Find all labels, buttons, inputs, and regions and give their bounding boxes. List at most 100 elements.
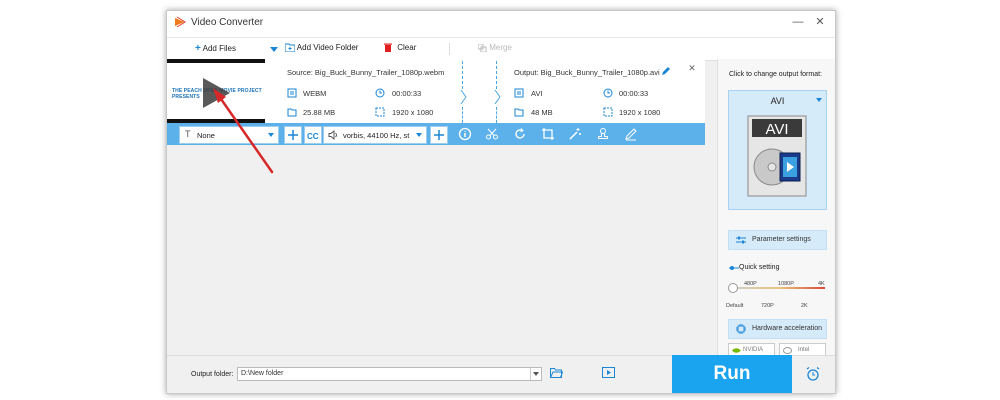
output-format-name: AVI: [770, 96, 785, 106]
crop-icon[interactable]: [541, 127, 555, 141]
chip-icon: [736, 324, 746, 334]
merge-label: Merge: [489, 43, 512, 52]
output-size: 48 MB: [531, 108, 553, 117]
merge-icon: [477, 43, 487, 53]
chevron-down-icon: [816, 98, 822, 102]
output-format-selector[interactable]: AVI AVI: [728, 90, 827, 210]
source-size: 25.88 MB: [303, 108, 336, 117]
quality-label-720p: 720P: [761, 303, 774, 309]
file-size-icon: [287, 108, 297, 117]
clock-icon: [375, 88, 385, 98]
cc-icon: CC: [307, 132, 319, 141]
output-folder-value: D:\New folder: [241, 370, 284, 377]
nvidia-logo-icon: [732, 348, 741, 353]
quick-setting-label: Quick setting: [739, 264, 780, 271]
clock-icon: [603, 88, 613, 98]
subtitle-select[interactable]: T None: [179, 126, 279, 144]
parameter-settings-button[interactable]: Parameter settings: [728, 230, 827, 250]
open-output-icon[interactable]: [602, 367, 615, 378]
output-folder-label: Output folder:: [191, 371, 234, 378]
source-resolution: 1920 x 1080: [392, 108, 434, 117]
hardware-acceleration-button[interactable]: Hardware acceleration: [728, 319, 827, 339]
plus-icon: [434, 130, 444, 140]
edit-pen-icon[interactable]: [661, 66, 671, 76]
rotate-icon[interactable]: [513, 127, 527, 141]
add-files-label: Add Files: [202, 44, 236, 53]
text-icon: T: [185, 129, 191, 139]
chevron-right-icon: [494, 89, 501, 105]
add-files-button[interactable]: + Add Files: [195, 43, 236, 57]
resolution-icon: [375, 107, 385, 117]
edit-icon[interactable]: [624, 127, 638, 141]
info-icon[interactable]: [458, 127, 472, 141]
source-filename: Source: Big_Buck_Bunny_Trailer_1080p.web…: [287, 68, 445, 77]
cut-icon[interactable]: [485, 127, 499, 141]
edit-toolbar: T None CC vorbis, 44100 Hz, st: [167, 123, 705, 145]
app-logo-icon: [175, 16, 186, 28]
speaker-icon: [328, 130, 337, 140]
alarm-clock-icon[interactable]: [805, 366, 821, 382]
intel-logo-icon: [783, 347, 792, 354]
play-icon[interactable]: [201, 77, 231, 109]
subtitle-value: None: [197, 131, 215, 140]
watermark-icon[interactable]: [596, 127, 610, 141]
avi-format-icon-text: AVI: [765, 121, 788, 138]
add-subtitle-button[interactable]: [284, 126, 302, 144]
app-window: Video Converter — ✕ + Add Files Add Vide…: [166, 10, 836, 394]
thumbnail-letterbox-top: [167, 59, 265, 63]
output-filename: Output: Big_Buck_Bunny_Trailer_1080p.avi: [514, 68, 660, 77]
source-duration: 00:00:33: [392, 89, 422, 98]
video-thumbnail[interactable]: THE PEACH OPEN MOVIE PROJECT PRESENTS: [167, 59, 265, 123]
output-format-hint: Click to change output format:: [729, 71, 822, 78]
divider-dash-bottom: [462, 107, 463, 123]
browse-folder-icon[interactable]: [550, 367, 563, 378]
audio-track-select[interactable]: vorbis, 44100 Hz, st: [323, 126, 427, 144]
avi-format-icon: AVI: [747, 115, 807, 197]
output-format: AVI: [531, 89, 543, 98]
file-size-icon: [514, 108, 524, 117]
effects-icon[interactable]: [568, 127, 582, 141]
audio-track-value: vorbis, 44100 Hz, st: [343, 131, 410, 140]
plus-icon: +: [195, 43, 201, 54]
parameter-settings-label: Parameter settings: [752, 236, 811, 243]
minimize-icon[interactable]: —: [791, 15, 805, 29]
toolbar: + Add Files Add Video Folder Clear Merge: [167, 37, 835, 61]
intel-label: Intel: [798, 347, 810, 353]
chevron-down-icon[interactable]: [530, 368, 541, 380]
subtitle-cc-button[interactable]: CC: [304, 126, 322, 144]
resolution-icon: [603, 107, 613, 117]
format-icon: [514, 88, 524, 98]
settings-sliders-icon: [736, 236, 746, 244]
quick-setting-icon: [729, 266, 739, 270]
hardware-acceleration-label: Hardware acceleration: [752, 325, 823, 332]
output-resolution: 1920 x 1080: [619, 108, 661, 117]
remove-file-icon[interactable]: ✕: [685, 61, 699, 75]
quality-slider-handle[interactable]: [728, 283, 738, 293]
folder-plus-icon: [284, 43, 296, 53]
chevron-down-icon: [268, 133, 274, 137]
output-folder-input[interactable]: D:\New folder: [237, 367, 542, 381]
merge-button[interactable]: Merge: [477, 43, 512, 57]
nvidia-label: NVIDIA: [743, 347, 764, 353]
plus-icon: [288, 130, 298, 140]
run-button[interactable]: Run: [672, 355, 792, 393]
quality-label-default: Default: [726, 303, 744, 309]
format-icon: [287, 88, 297, 98]
quality-slider-track[interactable]: [733, 287, 825, 289]
svg-text:CC: CC: [307, 132, 319, 141]
trash-icon: [384, 43, 392, 53]
clear-label: Clear: [397, 43, 417, 52]
source-format: WEBM: [303, 89, 327, 98]
close-icon[interactable]: ✕: [813, 15, 827, 29]
clear-button[interactable]: Clear: [384, 43, 416, 57]
divider-dash-top: [462, 61, 463, 89]
toolbar-divider: [449, 43, 450, 55]
window-title: Video Converter: [191, 17, 264, 28]
add-audio-button[interactable]: [430, 126, 448, 144]
add-video-folder-button[interactable]: Add Video Folder: [284, 43, 359, 57]
chevron-right-icon: [460, 89, 467, 105]
add-video-folder-label: Add Video Folder: [296, 43, 359, 52]
output-duration: 00:00:33: [619, 89, 649, 98]
divider-dash-bottom-2: [496, 107, 497, 123]
quality-label-2k: 2K: [801, 303, 808, 309]
